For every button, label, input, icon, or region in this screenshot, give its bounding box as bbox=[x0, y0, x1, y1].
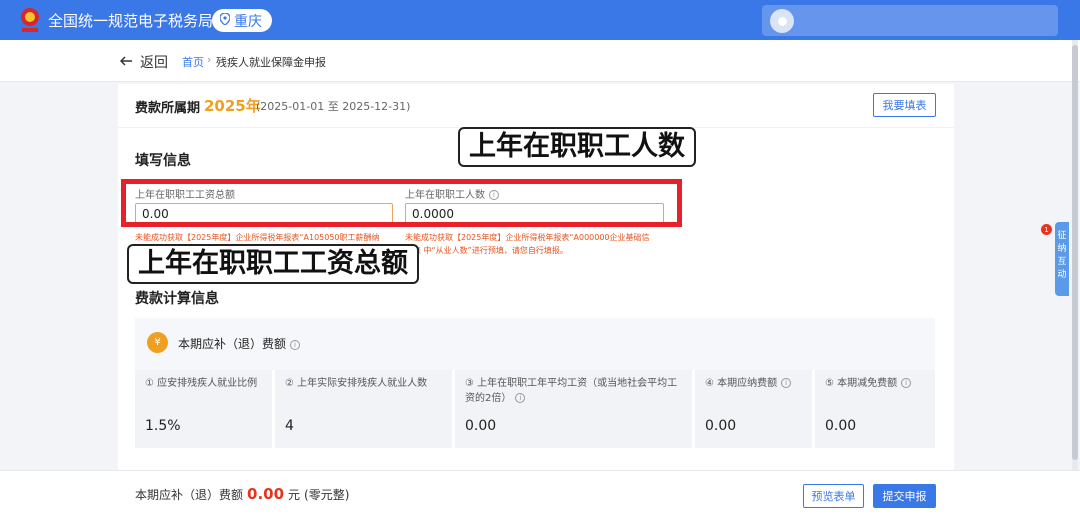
calc-column-label-text: ③ 上年在职职工年平均工资（或当地社会平均工资的2倍） bbox=[465, 378, 678, 404]
calc-column: ④ 本期应纳费额 i 0.00 bbox=[692, 370, 812, 448]
calc-column: ① 应安排残疾人就业比例 1.5% bbox=[135, 370, 272, 448]
employee-count-hint-line-2: 息表 中“从业人数”进行预填，请您自行填报。 bbox=[405, 246, 568, 255]
total-unit: 元 bbox=[288, 488, 301, 502]
calc-column-label: ② 上年实际安排残疾人就业人数 bbox=[285, 378, 428, 389]
period-year: 2025年 bbox=[204, 97, 261, 115]
bottom-action-bar: 本期应补（退）费额 0.00 元 (零元整) 预览表单 提交申报 bbox=[0, 470, 1080, 516]
interaction-side-tab[interactable]: 征纳互动 bbox=[1055, 222, 1069, 296]
region-selector[interactable]: 重庆 bbox=[212, 9, 272, 32]
breadcrumb-separator: › bbox=[207, 53, 212, 66]
submit-declaration-button[interactable]: 提交申报 bbox=[873, 484, 936, 508]
employee-count-hint-line-1: 未能成功获取【2025年度】企业所得税年报表“A000000企业基础信 bbox=[405, 233, 650, 242]
calc-summary-label: 本期应补（退）费额 bbox=[178, 337, 287, 351]
calc-column: ⑤ 本期减免费额 i 0.00 bbox=[812, 370, 935, 448]
period-row: 费款所属期 2025年 (2025-01-01 至 2025-12-31) 我要… bbox=[118, 84, 954, 128]
calc-summary-box: ¥ 本期应补（退）费额 i ① 应安排残疾人就业比例 1.5% ② 上年实际安排残… bbox=[135, 318, 935, 448]
calc-column: ② 上年实际安排残疾人就业人数 4 bbox=[272, 370, 452, 448]
tax-emblem-logo bbox=[18, 6, 42, 34]
total-label: 本期应补（退）费额 bbox=[135, 488, 244, 502]
calc-column-value: 0.00 bbox=[465, 418, 497, 434]
back-label: 返回 bbox=[140, 55, 168, 71]
calc-column-label: ③ 上年在职职工年平均工资（或当地社会平均工资的2倍） i bbox=[465, 376, 680, 406]
calc-column-label: ① 应安排残疾人就业比例 bbox=[145, 378, 258, 389]
total-wage-callout: 上年在职职工工资总额 bbox=[127, 244, 419, 284]
preview-form-button[interactable]: 预览表单 bbox=[803, 484, 864, 508]
location-pin-icon bbox=[219, 11, 231, 29]
calc-column-label-text: ④ 本期应纳费额 bbox=[705, 378, 778, 389]
total-wage-hint: 未能成功获取【2025年度】企业所得税年报表“A105050职工薪酬纳 bbox=[135, 233, 380, 242]
fill-section-title: 填写信息 bbox=[135, 153, 191, 169]
top-bar: 全国统一规范电子税务局 重庆 bbox=[0, 0, 1080, 40]
arrow-left-icon bbox=[119, 54, 132, 70]
calc-column-value: 4 bbox=[285, 418, 294, 434]
fill-form-button[interactable]: 我要填表 bbox=[873, 93, 936, 117]
highlight-frame bbox=[121, 179, 682, 227]
info-icon[interactable]: i bbox=[290, 339, 301, 350]
calc-column-label-text: ⑤ 本期减免费额 bbox=[825, 378, 898, 389]
total-amount: 0.00 bbox=[247, 485, 285, 503]
calc-column-value: 0.00 bbox=[705, 418, 737, 434]
breadcrumb-current: 残疾人就业保障金申报 bbox=[216, 56, 326, 69]
info-icon[interactable]: i bbox=[515, 393, 526, 403]
info-icon[interactable]: i bbox=[901, 378, 912, 388]
total-amount-words: (零元整) bbox=[304, 488, 350, 502]
app-title: 全国统一规范电子税务局 bbox=[48, 12, 214, 30]
calc-section-title: 费款计算信息 bbox=[135, 291, 219, 307]
breadcrumb-bar: 返回 首页 › 残疾人就业保障金申报 bbox=[0, 40, 1080, 82]
calc-summary-title: 本期应补（退）费额 i bbox=[178, 335, 301, 352]
period-range: (2025-01-01 至 2025-12-31) bbox=[256, 100, 411, 113]
coin-icon: ¥ bbox=[147, 332, 168, 353]
calc-column-label: ⑤ 本期减免费额 i bbox=[825, 376, 935, 391]
user-avatar-icon bbox=[770, 9, 794, 33]
calc-column-label: ④ 本期应纳费额 i bbox=[705, 376, 815, 391]
scrollbar-thumb[interactable] bbox=[1072, 45, 1078, 460]
breadcrumb-home-link[interactable]: 首页 bbox=[182, 54, 204, 70]
back-button[interactable]: 返回 bbox=[119, 52, 168, 72]
calc-column-value: 1.5% bbox=[145, 418, 181, 434]
info-icon[interactable]: i bbox=[781, 378, 792, 388]
employee-count-callout: 上年在职职工人数 bbox=[458, 127, 696, 167]
calc-column: ③ 上年在职职工年平均工资（或当地社会平均工资的2倍） i 0.00 bbox=[452, 370, 692, 448]
region-label: 重庆 bbox=[234, 13, 262, 30]
user-account-menu[interactable] bbox=[762, 5, 1058, 36]
total-summary: 本期应补（退）费额 0.00 元 (零元整) bbox=[135, 485, 349, 503]
period-label: 费款所属期 bbox=[135, 101, 201, 116]
notification-badge: 1 bbox=[1041, 224, 1052, 235]
calc-column-value: 0.00 bbox=[825, 418, 857, 434]
